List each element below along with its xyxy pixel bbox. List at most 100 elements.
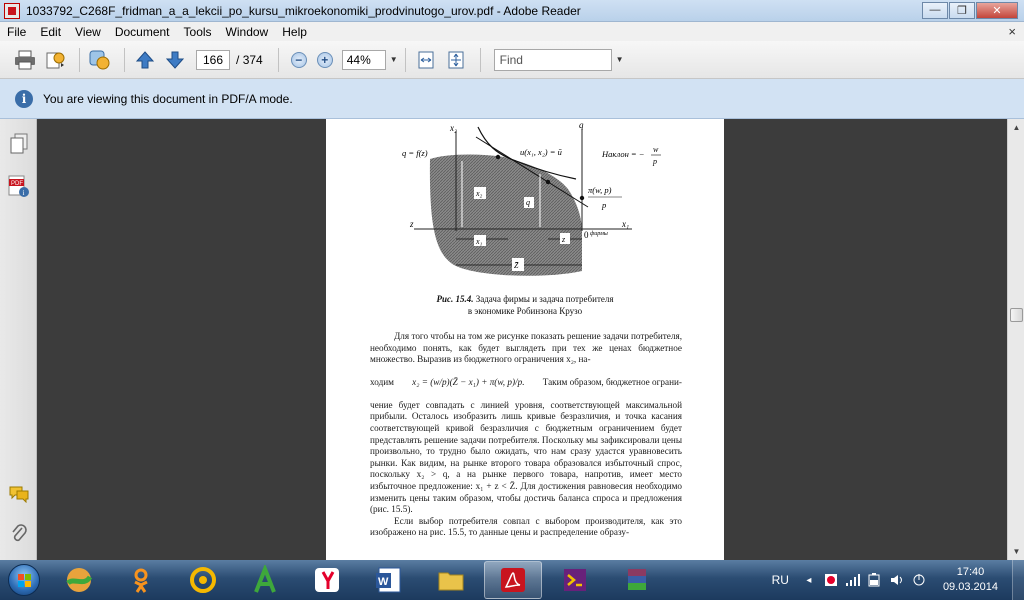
figure-15-4: x₂ q q = f(z) u(x₁, x₂) = ū Наклон = − w… xyxy=(402,120,661,276)
power-icon[interactable] xyxy=(911,572,927,588)
clock[interactable]: 17:40 09.03.2014 xyxy=(943,565,998,595)
pdf-page: x₂ q q = f(z) u(x₁, x₂) = ū Наклон = − w… xyxy=(326,119,724,560)
label-origin: 0 xyxy=(584,230,589,240)
label-origin-sub: фирмы xyxy=(590,230,608,237)
taskbar-app-yandex[interactable] xyxy=(298,561,356,599)
pages-panel-icon[interactable] xyxy=(7,131,31,157)
volume-icon[interactable] xyxy=(889,572,905,588)
taskbar-app-adobe-reader[interactable] xyxy=(484,561,542,599)
minimize-button[interactable]: — xyxy=(922,1,948,19)
zoom-in-button[interactable]: + xyxy=(316,51,333,68)
menu-document[interactable]: Document xyxy=(108,25,177,39)
page-number-input[interactable]: 166 xyxy=(196,49,230,70)
maximize-button[interactable]: ❐ xyxy=(949,1,975,19)
menu-help[interactable]: Help xyxy=(275,25,314,39)
label-q-fz: q = f(z) xyxy=(402,148,428,158)
window-controls: — ❐ ✕ xyxy=(921,1,1018,20)
formula: x₂ = (w/p)(Z̄ − x₁) + π(w, p)/p. xyxy=(412,376,525,387)
menu-tools[interactable]: Tools xyxy=(177,25,219,39)
clock-date: 09.03.2014 xyxy=(942,581,998,593)
label-q-box: q xyxy=(526,198,530,207)
paragraph-3: Если выбор потребителя совпал с выбором … xyxy=(370,515,682,538)
tray-expand-icon[interactable]: ◂ xyxy=(801,572,817,588)
paragraph-2: чение будет совпадать с линией уровня, с… xyxy=(370,399,682,515)
label-z-axis: z xyxy=(409,219,414,229)
attachment-paperclip-icon[interactable] xyxy=(7,521,31,547)
figure-caption: Рис. 15.4. Задача фирмы и задача потреби… xyxy=(326,293,724,317)
menu-file[interactable]: File xyxy=(0,25,33,39)
collaborate-icon[interactable] xyxy=(87,47,113,73)
label-profit-den: p xyxy=(601,200,606,210)
taskbar-app-word[interactable]: W xyxy=(360,561,418,599)
pdfa-message: You are viewing this document in PDF/A m… xyxy=(43,91,293,106)
toolbar-separator xyxy=(404,47,406,72)
share-icon[interactable] xyxy=(42,47,68,73)
comments-icon[interactable] xyxy=(7,481,31,507)
taskbar-app-mail-agent[interactable] xyxy=(174,561,232,599)
menu-window[interactable]: Window xyxy=(219,25,276,39)
close-button[interactable]: ✕ xyxy=(976,1,1018,19)
paragraph-1: Для того чтобы на том же рисунке показат… xyxy=(370,331,682,365)
taskbar-app-winrar[interactable] xyxy=(608,561,666,599)
adobe-reader-window: 1033792_C268F_fridman_a_a_lekcii_po_kurs… xyxy=(0,0,1024,600)
previous-page-icon[interactable] xyxy=(132,47,158,73)
taskbar: W RU ◂ 17:40 09.03.2014 xyxy=(0,560,1024,600)
scroll-thumb[interactable] xyxy=(1010,308,1023,322)
formula-right: Таким образом, бюджетное ограни- xyxy=(542,376,682,387)
zoom-dropdown-icon[interactable]: ▼ xyxy=(390,55,398,64)
label-x2-axis: x₂ xyxy=(449,123,457,133)
production-set-region xyxy=(429,154,582,276)
next-page-icon[interactable] xyxy=(162,47,188,73)
pdfa-info-bar: i You are viewing this document in PDF/A… xyxy=(0,79,1024,119)
tray-app-icon[interactable] xyxy=(823,572,839,588)
svg-text:i: i xyxy=(23,189,25,197)
label-x1-axis: x₁ xyxy=(621,219,629,229)
language-indicator[interactable]: RU xyxy=(772,573,789,587)
find-dropdown-icon[interactable]: ▼ xyxy=(616,55,624,64)
find-input[interactable]: Find xyxy=(493,48,612,71)
menu-edit[interactable]: Edit xyxy=(33,25,68,39)
taskbar-app-browser[interactable] xyxy=(50,561,108,599)
label-q-axis: q xyxy=(579,120,584,130)
page-count: / 374 xyxy=(236,52,263,67)
window-title: 1033792_C268F_fridman_a_a_lekcii_po_kurs… xyxy=(26,3,581,18)
taskbar-app-odnoklassniki[interactable] xyxy=(112,561,170,599)
print-icon[interactable] xyxy=(12,47,38,73)
show-desktop-button[interactable] xyxy=(1012,560,1024,600)
fit-width-icon[interactable] xyxy=(413,47,439,73)
body-text: Для того чтобы на том же рисунке показат… xyxy=(370,331,682,539)
info-icon: i xyxy=(15,89,33,108)
close-document-icon[interactable]: × xyxy=(1008,24,1016,39)
taskbar-app-explorer[interactable] xyxy=(422,561,480,599)
clock-time: 17:40 xyxy=(956,566,985,578)
battery-icon[interactable] xyxy=(867,572,883,588)
zoom-out-button[interactable]: − xyxy=(290,51,307,68)
title-bar: 1033792_C268F_fridman_a_a_lekcii_po_kurs… xyxy=(0,0,1024,22)
label-x2-box: x₂ xyxy=(475,189,483,198)
label-slope-num: w xyxy=(653,145,659,154)
zoom-level-field[interactable]: 44% xyxy=(341,49,386,70)
network-signal-icon[interactable] xyxy=(845,572,861,588)
vertical-scrollbar[interactable]: ▲ ▼ xyxy=(1007,119,1024,560)
svg-text:W: W xyxy=(378,576,389,588)
attachments-pdf-icon[interactable]: PDF i xyxy=(7,173,31,199)
scroll-up-icon[interactable]: ▲ xyxy=(1008,119,1024,136)
label-profit-num: π(w, p) xyxy=(588,185,612,195)
taskbar-app-visual-studio[interactable] xyxy=(546,561,604,599)
caption-line2: в экономике Робинзона Крузо xyxy=(467,306,583,316)
toolbar: 166 / 374 − + 44% ▼ Find ▼ xyxy=(0,41,1024,79)
toolbar-separator xyxy=(479,47,481,72)
formula-line: ходим x₂ = (w/p)(Z̄ − x₁) + π(w, p)/p. Т… xyxy=(370,366,682,400)
caption-prefix: Рис. 15.4. xyxy=(436,294,474,304)
adobe-reader-icon xyxy=(4,2,20,19)
toolbar-separator xyxy=(277,47,279,72)
scroll-down-icon[interactable]: ▼ xyxy=(1008,543,1024,560)
navigation-panel: PDF i xyxy=(0,119,37,560)
start-button[interactable] xyxy=(2,560,46,600)
label-utility: u(x₁, x₂) = ū xyxy=(520,147,562,157)
taskbar-app-green-a[interactable] xyxy=(236,561,294,599)
fit-page-icon[interactable] xyxy=(443,47,469,73)
label-zbar-seg: Z̄ xyxy=(514,261,519,270)
document-view[interactable]: x₂ q q = f(z) u(x₁, x₂) = ū Наклон = − w… xyxy=(38,119,1007,560)
menu-view[interactable]: View xyxy=(68,25,108,39)
